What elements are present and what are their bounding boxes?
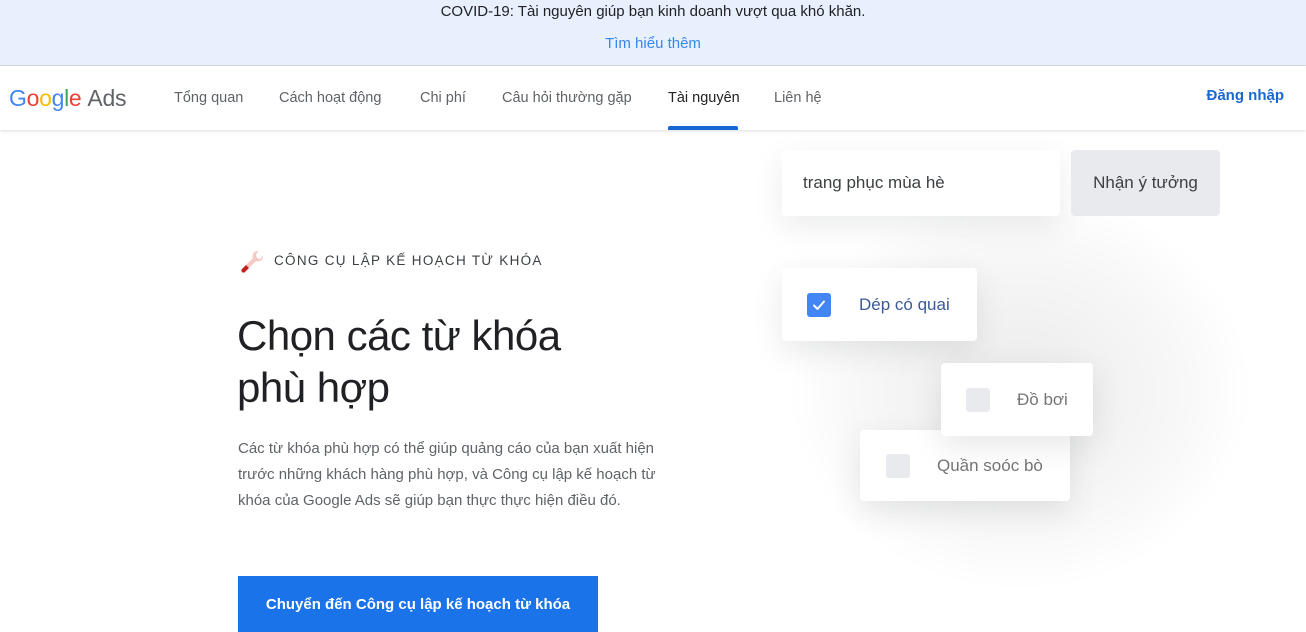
logo-letter: o (39, 85, 52, 111)
nav-cost[interactable]: Chi phí (420, 88, 466, 108)
keyword-option[interactable]: Quần soóc bò (860, 430, 1070, 501)
logo-letter: G (9, 85, 27, 111)
check-icon (813, 300, 825, 310)
headline-line-2: phù hợp (237, 364, 390, 411)
eyebrow: CÔNG CỤ LẬP KẾ HOẠCH TỪ KHÓA (238, 248, 543, 274)
logo-letter: e (68, 85, 82, 111)
nav-faq[interactable]: Câu hỏi thường gặp (502, 88, 632, 108)
checkbox-checked[interactable] (807, 292, 831, 317)
get-ideas-button[interactable]: Nhận ý tưởng (1071, 150, 1220, 216)
keyword-option[interactable]: Đồ bơi (941, 363, 1093, 436)
headline-line-1: Chọn các từ khóa (237, 312, 561, 359)
keyword-label: Quần soóc bò (937, 455, 1043, 475)
learn-more-link[interactable]: Tìm hiểu thêm (0, 34, 1306, 54)
top-navbar: Google Ads Tổng quan Cách hoạt động Chi p… (0, 66, 1306, 130)
active-tab-indicator (668, 126, 738, 130)
keyword-label: Đồ bơi (1017, 389, 1068, 409)
page-headline: Chọn các từ khóa phù hợp (237, 310, 657, 414)
nav-overview[interactable]: Tổng quan (174, 88, 243, 108)
nav-how-it-works[interactable]: Cách hoạt động (279, 88, 381, 108)
checkbox-unchecked[interactable] (886, 453, 910, 478)
logo-letter: o (26, 85, 40, 111)
sign-in-link[interactable]: Đăng nhập (1207, 87, 1285, 104)
go-to-keyword-planner-button[interactable]: Chuyển đến Công cụ lập kế hoạch từ khóa (238, 576, 598, 632)
logo-product: Ads (87, 85, 127, 111)
wrench-icon (238, 248, 264, 274)
banner-text: COVID-19: Tài nguyên giúp bạn kinh doanh… (440, 3, 866, 20)
nav-resources[interactable]: Tài nguyên (668, 88, 740, 108)
eyebrow-text: CÔNG CỤ LẬP KẾ HOẠCH TỪ KHÓA (274, 253, 543, 268)
logo-letter: g (51, 85, 65, 111)
keyword-option-checked[interactable]: Dép có quai (782, 268, 977, 341)
keyword-search-input[interactable] (782, 150, 1060, 216)
hero-description: Các từ khóa phù hợp có thể giúp quảng cá… (238, 440, 656, 509)
checkbox-unchecked[interactable] (966, 387, 990, 412)
keyword-label: Dép có quai (859, 294, 950, 314)
covid-banner: COVID-19: Tài nguyên giúp bạn kinh doanh… (0, 0, 1306, 66)
nav-contact[interactable]: Liên hệ (774, 88, 822, 108)
google-ads-logo[interactable]: Google Ads (9, 84, 126, 112)
